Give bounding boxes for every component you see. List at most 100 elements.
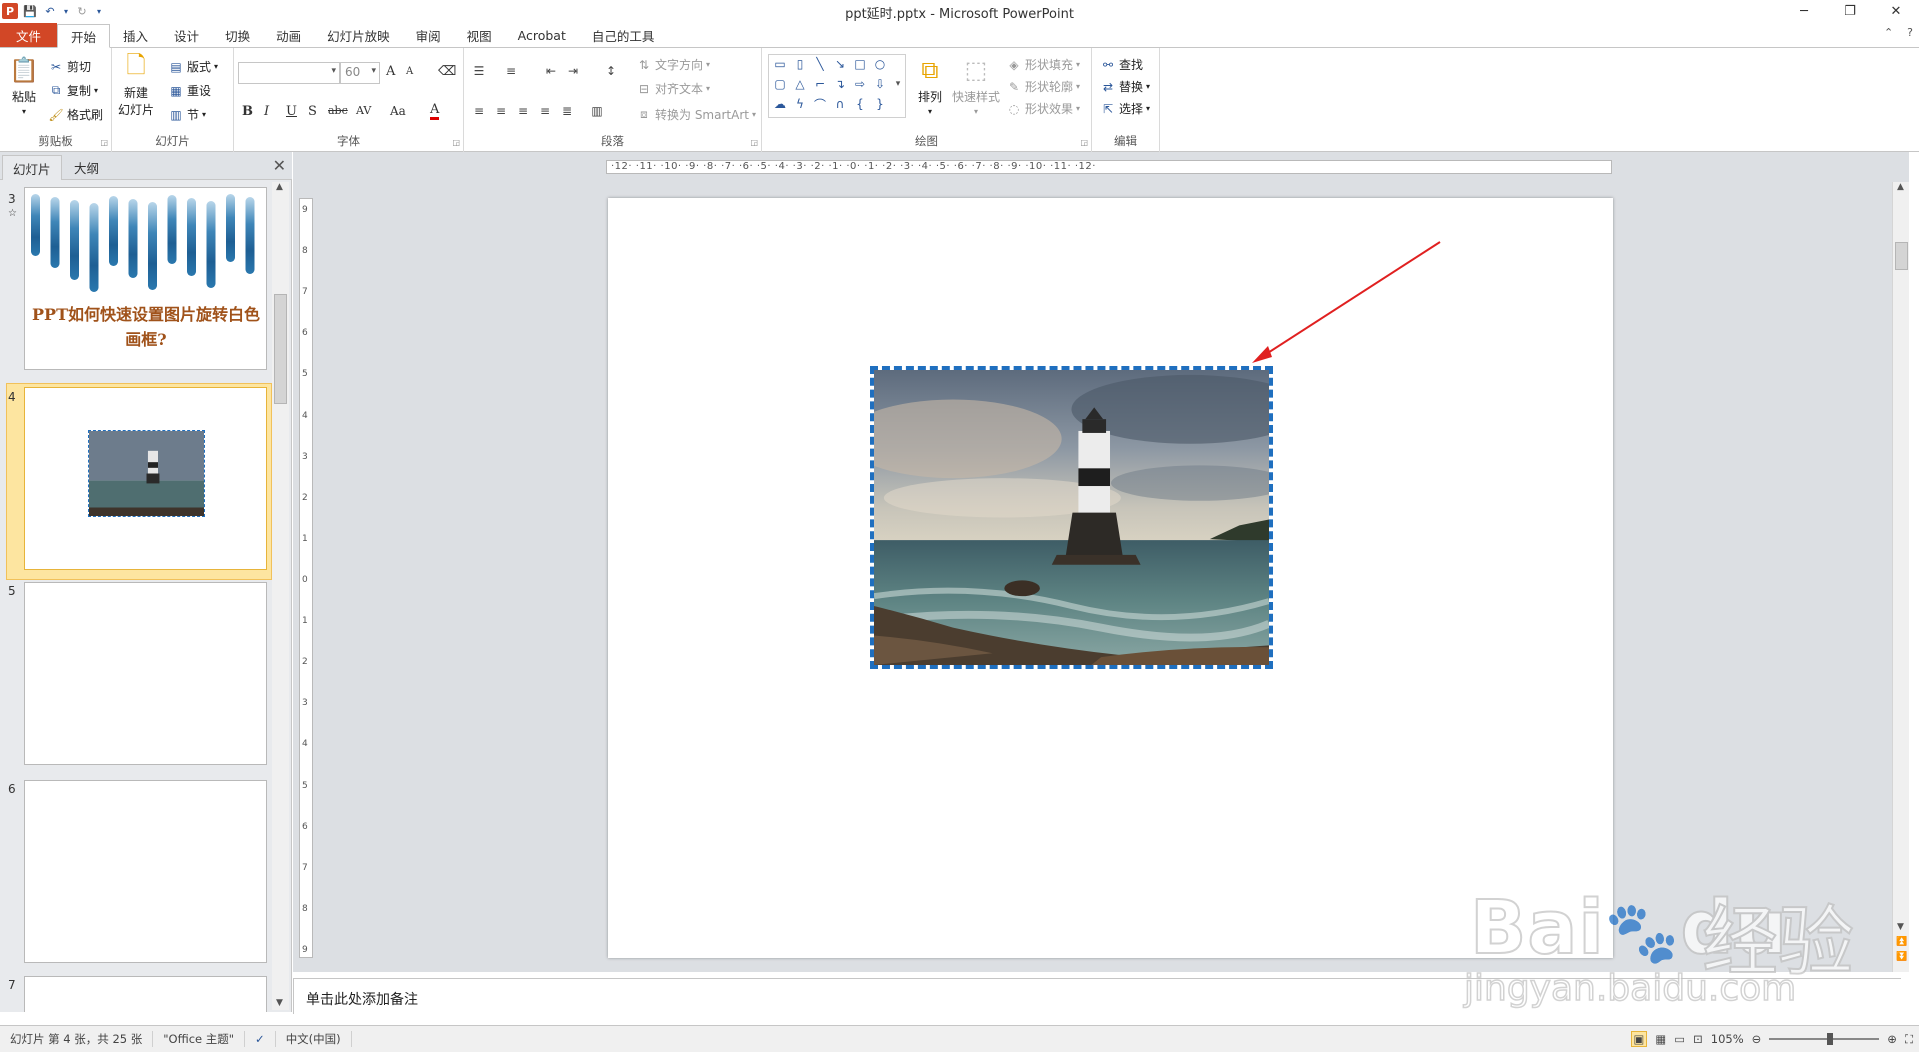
close-icon[interactable]: ✕ bbox=[273, 156, 286, 175]
reading-view-icon[interactable]: ▭ bbox=[1674, 1032, 1685, 1046]
shape-outline-button[interactable]: ✎ 形状轮廓 ▾ bbox=[1006, 78, 1080, 95]
change-case-button[interactable]: Aa bbox=[390, 104, 406, 118]
decrease-indent-icon[interactable]: ⇤ bbox=[544, 64, 558, 78]
zoom-out-icon[interactable]: ⊖ bbox=[1752, 1032, 1762, 1046]
copy-button[interactable]: ⧉ 复制 ▾ bbox=[48, 82, 98, 99]
align-right-icon[interactable]: ≡ bbox=[516, 104, 530, 118]
tab-review[interactable]: 审阅 bbox=[403, 23, 454, 47]
tab-file[interactable]: 文件 bbox=[0, 23, 58, 47]
status-theme[interactable]: "Office 主题" bbox=[153, 1031, 246, 1047]
slide-thumbnail-3[interactable]: PPT如何快速设置图片旋转白色画框? bbox=[24, 187, 267, 370]
tab-transitions[interactable]: 切换 bbox=[212, 23, 263, 47]
undo-icon[interactable]: ↶ bbox=[42, 3, 58, 19]
find-button[interactable]: ⚯ 查找 bbox=[1100, 56, 1143, 73]
select-button[interactable]: ⇱ 选择 ▾ bbox=[1100, 100, 1150, 117]
elbow-arrow-icon[interactable]: ↴ bbox=[833, 77, 847, 91]
notes-placeholder[interactable]: 单击此处添加备注 bbox=[306, 989, 418, 1009]
grow-font-button[interactable]: A bbox=[386, 64, 395, 79]
clear-formatting-icon[interactable]: ⌫ bbox=[438, 64, 456, 79]
powerpoint-logo-icon[interactable]: P bbox=[2, 3, 18, 19]
arc-icon[interactable]: ∩ bbox=[833, 97, 847, 111]
char-spacing-button[interactable]: AV bbox=[356, 104, 371, 117]
text-direction-button[interactable]: ⇅ 文字方向 ▾ bbox=[636, 56, 710, 73]
cloud-icon[interactable]: ☁ bbox=[773, 97, 787, 111]
help-icon[interactable]: ? bbox=[1907, 26, 1913, 39]
scroll-up-icon[interactable]: ▲ bbox=[276, 182, 283, 192]
curve-icon[interactable]: ⌒ bbox=[813, 97, 827, 112]
minimize-button[interactable]: ─ bbox=[1781, 0, 1827, 22]
left-brace-icon[interactable]: { bbox=[853, 97, 867, 111]
tab-slides[interactable]: 幻灯片 bbox=[2, 155, 62, 180]
slide-sorter-icon[interactable]: ▦ bbox=[1655, 1032, 1666, 1046]
right-arrow-icon[interactable]: ⇨ bbox=[853, 77, 867, 91]
status-language[interactable]: 中文(中国) bbox=[276, 1031, 352, 1047]
zoom-in-icon[interactable]: ⊕ bbox=[1887, 1032, 1897, 1046]
dialog-launcher-icon[interactable]: ◲ bbox=[1080, 138, 1088, 147]
lightning-icon[interactable]: ϟ bbox=[793, 97, 807, 111]
triangle-icon[interactable]: △ bbox=[793, 77, 807, 91]
gallery-more-icon[interactable]: ▾ bbox=[891, 77, 905, 91]
normal-view-icon[interactable]: ▣ bbox=[1630, 1031, 1648, 1047]
rounded-rect-icon[interactable]: ▢ bbox=[773, 77, 787, 91]
tab-outline[interactable]: 大纲 bbox=[64, 155, 109, 180]
arrange-button[interactable]: ⧉ 排列 ▾ bbox=[914, 54, 946, 116]
dialog-launcher-icon[interactable]: ◲ bbox=[452, 138, 460, 147]
zoom-slider-thumb[interactable] bbox=[1827, 1033, 1834, 1045]
restore-button[interactable]: ❐ bbox=[1827, 0, 1873, 22]
fit-to-window-icon[interactable]: ⛶ bbox=[1905, 1032, 1913, 1047]
scroll-up-icon[interactable]: ▲ bbox=[1897, 182, 1904, 192]
down-arrow-icon[interactable]: ⇩ bbox=[873, 77, 887, 91]
elbow-connector-icon[interactable]: ⌐ bbox=[813, 77, 827, 91]
new-slide-button[interactable]: 🗋 新建 幻灯片 bbox=[118, 51, 154, 118]
convert-smartart-button[interactable]: ⧈ 转换为 SmartArt ▾ bbox=[636, 106, 756, 123]
numbering-icon[interactable]: ≡ bbox=[504, 64, 518, 78]
zoom-slider[interactable] bbox=[1769, 1033, 1880, 1045]
slide-canvas[interactable] bbox=[608, 198, 1613, 958]
columns-icon[interactable]: ▥ bbox=[590, 104, 604, 118]
tab-animations[interactable]: 动画 bbox=[263, 23, 314, 47]
dialog-launcher-icon[interactable]: ◲ bbox=[750, 138, 758, 147]
shadow-button[interactable]: S bbox=[308, 104, 317, 119]
tab-home[interactable]: 开始 bbox=[57, 24, 111, 48]
reset-button[interactable]: ▦ 重设 bbox=[168, 82, 211, 99]
align-center-icon[interactable]: ≡ bbox=[494, 104, 508, 118]
align-text-button[interactable]: ⊟ 对齐文本 ▾ bbox=[636, 80, 710, 97]
bullets-icon[interactable]: ☰ bbox=[472, 64, 486, 78]
replace-button[interactable]: ⇄ 替换 ▾ bbox=[1100, 78, 1150, 95]
quick-styles-button[interactable]: ⬚ 快速样式 ▾ bbox=[952, 54, 1000, 116]
tab-insert[interactable]: 插入 bbox=[110, 23, 161, 47]
spellcheck-icon[interactable]: ✓ bbox=[245, 1031, 276, 1047]
pane-scrollbar[interactable]: ▲ ▼ bbox=[272, 182, 289, 1010]
minimize-ribbon-icon[interactable]: ⌃ bbox=[1884, 26, 1893, 39]
font-color-button[interactable]: A bbox=[430, 102, 440, 120]
chevron-down-icon[interactable]: ▾ bbox=[62, 3, 70, 19]
main-scroll-thumb[interactable] bbox=[1895, 242, 1908, 270]
slide-thumbnail-5[interactable] bbox=[24, 582, 267, 765]
underline-button[interactable]: U bbox=[286, 104, 297, 119]
right-brace-icon[interactable]: } bbox=[873, 97, 887, 111]
distribute-icon[interactable]: ≣ bbox=[560, 104, 574, 118]
line-spacing-icon[interactable]: ↕ bbox=[604, 64, 618, 78]
justify-icon[interactable]: ≡ bbox=[538, 104, 552, 118]
increase-indent-icon[interactable]: ⇥ bbox=[566, 64, 580, 78]
slide-thumbnail-4[interactable] bbox=[24, 387, 267, 570]
oval-icon[interactable]: ○ bbox=[873, 57, 887, 71]
font-name-combo[interactable]: ▾ bbox=[238, 62, 340, 84]
font-size-combo[interactable]: 60 ▾ bbox=[340, 62, 380, 84]
layout-button[interactable]: ▤ 版式 ▾ bbox=[168, 58, 218, 75]
save-icon[interactable]: 💾 bbox=[22, 3, 38, 19]
slideshow-icon[interactable]: ⊡ bbox=[1693, 1032, 1703, 1046]
redo-icon[interactable]: ↻ bbox=[74, 3, 90, 19]
scroll-down-icon[interactable]: ▼ bbox=[276, 998, 283, 1008]
tab-design[interactable]: 设计 bbox=[161, 23, 212, 47]
dialog-launcher-icon[interactable]: ◲ bbox=[100, 138, 108, 147]
lighthouse-picture[interactable] bbox=[844, 366, 1309, 669]
format-painter-button[interactable]: 🖌 格式刷 bbox=[48, 106, 103, 123]
shrink-font-button[interactable]: A bbox=[406, 66, 413, 77]
line-icon[interactable]: ╲ bbox=[813, 57, 827, 71]
bold-button[interactable]: B bbox=[242, 104, 253, 119]
pane-scroll-thumb[interactable] bbox=[274, 294, 287, 404]
cut-button[interactable]: ✂ 剪切 bbox=[48, 58, 91, 75]
strikethrough-button[interactable]: abc bbox=[328, 104, 348, 117]
customize-qat-icon[interactable]: ▾ bbox=[94, 3, 104, 19]
